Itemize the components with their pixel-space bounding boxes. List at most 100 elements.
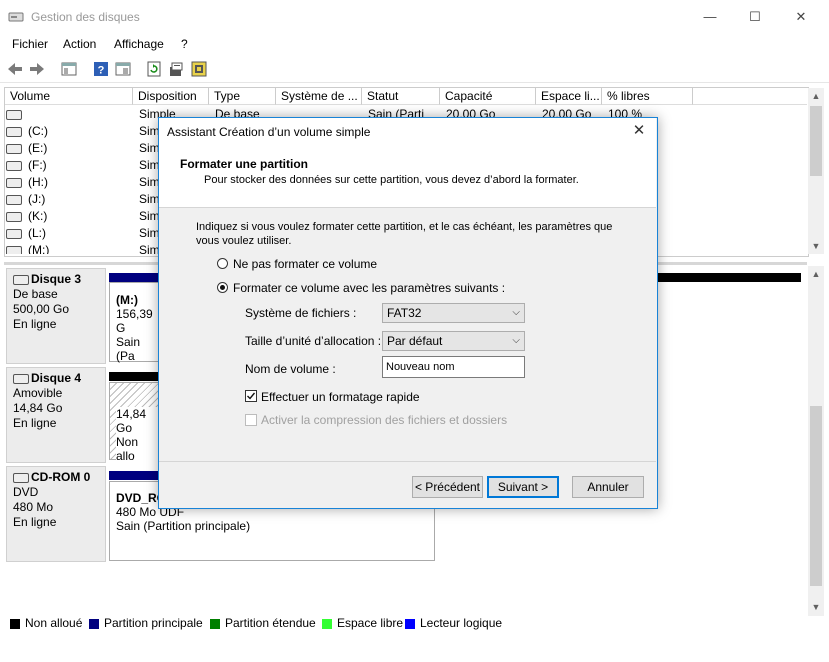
row-disposition: Sim: [139, 243, 160, 254]
quick-format-label[interactable]: Effectuer un formatage rapide: [261, 390, 420, 404]
col-pct-libres[interactable]: % libres: [602, 88, 693, 105]
close-button[interactable]: ✕: [787, 6, 815, 28]
disk-size: 14,84 Go: [13, 401, 63, 415]
menu-action[interactable]: Action: [63, 37, 96, 51]
back-icon[interactable]: [6, 60, 24, 78]
menu-help[interactable]: ?: [181, 37, 188, 51]
col-type[interactable]: Type: [209, 88, 276, 105]
partition-name: (M:): [116, 293, 138, 307]
scroll-thumb[interactable]: [810, 406, 822, 586]
disk-4-label[interactable]: Disque 4 Amovible 14,84 Go En ligne: [6, 367, 106, 463]
volname-input[interactable]: Nouveau nom: [382, 356, 525, 378]
legend-swatch-extended: [210, 619, 220, 629]
dialog-title: Assistant Création d’un volume simple: [167, 125, 371, 139]
menu-fichier[interactable]: Fichier: [12, 37, 48, 51]
col-empty: [693, 88, 807, 105]
fs-label: Système de fichiers :: [245, 306, 357, 320]
col-capacite[interactable]: Capacité: [440, 88, 536, 105]
row-disposition: Sim: [139, 226, 160, 240]
col-statut[interactable]: Statut: [362, 88, 440, 105]
radio-no-format-label[interactable]: Ne pas formater ce volume: [233, 257, 377, 271]
partition-status: Non allo: [116, 435, 158, 463]
fs-select[interactable]: FAT32 ⌵: [382, 303, 525, 323]
table-row[interactable]: (L:): [6, 225, 46, 242]
show-console-icon[interactable]: [60, 60, 78, 78]
menu-affichage[interactable]: Affichage: [114, 37, 164, 51]
legend-label: Espace libre: [337, 616, 404, 630]
disk-state: En ligne: [13, 317, 57, 331]
drive-icon: [6, 211, 22, 222]
cdrom-0-label[interactable]: CD-ROM 0 DVD 480 Mo En ligne: [6, 466, 106, 562]
legend-label: Lecteur logique: [420, 616, 503, 630]
drive-icon: [6, 143, 22, 154]
help-icon[interactable]: ?: [92, 60, 110, 78]
legend-swatch-unallocated: [10, 619, 20, 629]
disk-type: Amovible: [13, 386, 63, 400]
table-row[interactable]: (C:): [6, 123, 48, 140]
row-disposition: Sim: [139, 192, 160, 206]
table-row[interactable]: (F:): [6, 157, 47, 174]
drive-icon: [6, 245, 22, 254]
table-row[interactable]: (M:): [6, 242, 49, 254]
legend-swatch-free: [322, 619, 332, 629]
table-scrollbar[interactable]: ▲ ▼: [808, 88, 824, 254]
refresh-icon[interactable]: [145, 60, 163, 78]
table-row[interactable]: (J:): [6, 191, 45, 208]
disk-type: De base: [13, 287, 58, 301]
export-icon[interactable]: [167, 60, 185, 78]
settings-icon[interactable]: [190, 60, 208, 78]
row-disposition: Sim: [139, 141, 160, 155]
scroll-thumb[interactable]: [810, 106, 822, 176]
scroll-up-icon[interactable]: ▲: [808, 88, 824, 104]
col-filesystem[interactable]: Système de ...: [276, 88, 362, 105]
drive-icon: [6, 109, 22, 120]
scroll-up-icon[interactable]: ▲: [808, 266, 824, 282]
quick-format-checkbox[interactable]: [245, 390, 257, 402]
dialog-separator: [159, 461, 656, 462]
dialog-intro: Indiquez si vous voulez formater cette p…: [196, 221, 613, 247]
partition-size: 14,84 Go: [116, 407, 158, 435]
properties-icon[interactable]: [114, 60, 132, 78]
radio-selected-dot: [220, 285, 225, 290]
scroll-down-icon[interactable]: ▼: [808, 238, 824, 254]
unallocated-bar: [109, 372, 159, 381]
radio-no-format[interactable]: [217, 258, 228, 269]
legend-label: Partition principale: [104, 616, 203, 630]
compression-label: Activer la compression des fichiers et d…: [261, 413, 508, 427]
disk-name: Disque 3: [31, 272, 82, 286]
alloc-select[interactable]: Par défaut ⌵: [382, 331, 525, 351]
table-row[interactable]: [6, 106, 28, 123]
radio-format-label[interactable]: Formater ce volume avec les paramètres s…: [233, 281, 505, 295]
minimize-button[interactable]: —: [696, 6, 724, 28]
col-disposition[interactable]: Disposition: [133, 88, 209, 105]
volname-label: Nom de volume :: [245, 362, 336, 376]
col-volume[interactable]: Volume: [5, 88, 133, 105]
drive-icon: [6, 194, 22, 205]
checkmark-icon: [247, 392, 256, 400]
disk-3-label[interactable]: Disque 3 De base 500,00 Go En ligne: [6, 268, 106, 364]
dialog-header-title: Formater une partition: [180, 157, 309, 171]
legend-label: Non alloué: [25, 616, 83, 630]
scroll-down-icon[interactable]: ▼: [808, 599, 824, 615]
disk-scrollbar[interactable]: ▲ ▼: [808, 266, 824, 616]
col-espace-libre[interactable]: Espace li...: [536, 88, 602, 105]
table-row[interactable]: (H:): [6, 174, 48, 191]
forward-icon[interactable]: [28, 60, 46, 78]
partition-m[interactable]: (M:) 156,39 G Sain (Pa: [109, 282, 159, 363]
disk-type: DVD: [13, 485, 39, 499]
disk-size: 500,00 Go: [13, 302, 70, 316]
disk-state: En ligne: [13, 416, 57, 430]
partition-unallocated[interactable]: 14,84 Go Non allo: [109, 382, 159, 463]
legend-label: Partition étendue: [225, 616, 316, 630]
maximize-button[interactable]: ☐: [741, 6, 769, 28]
table-row[interactable]: (K:): [6, 208, 47, 225]
radio-format[interactable]: [217, 282, 228, 293]
cdrom-icon: [13, 472, 29, 483]
dialog-close-button[interactable]: ✕: [627, 121, 651, 141]
table-row[interactable]: (E:): [6, 140, 47, 157]
drive-icon: [6, 160, 22, 171]
cancel-button[interactable]: Annuler: [572, 476, 644, 498]
next-button[interactable]: Suivant >: [487, 476, 559, 498]
row-disposition: Sim: [139, 175, 160, 189]
previous-button[interactable]: < Précédent: [412, 476, 483, 498]
